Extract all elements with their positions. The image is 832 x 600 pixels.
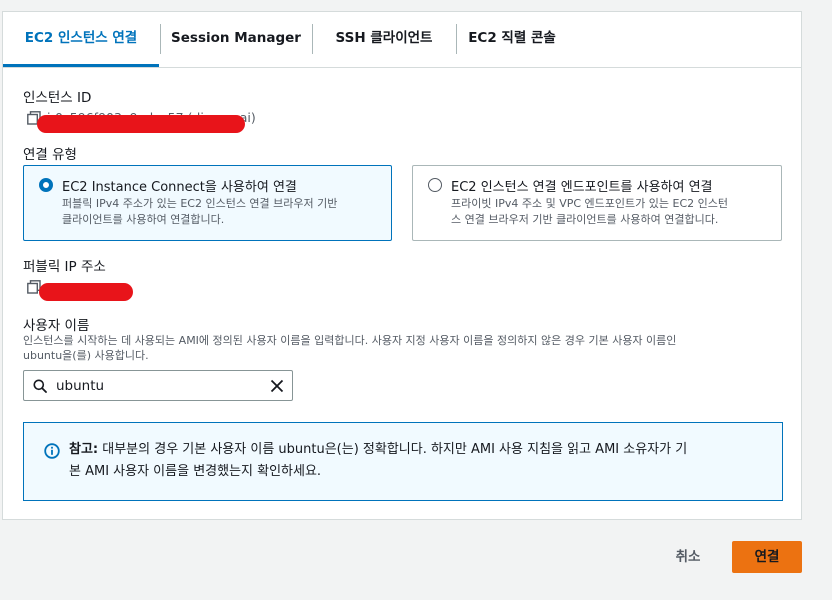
tab-ec2-serial-console[interactable]: EC2 직렬 콘솔 [457, 12, 567, 67]
tab-session-manager[interactable]: Session Manager [161, 12, 311, 67]
description-line: 클라이언트를 사용하여 연결합니다. [62, 213, 225, 226]
radio-option-title: EC2 인스턴스 연결 엔드포인트를 사용하여 연결 [451, 180, 713, 195]
info-text: 참고: 대부분의 경우 기본 사용자 이름 ubuntu은(는) 정확합니다. … [69, 439, 769, 483]
description-line: 프라이빗 IPv4 주소 및 VPC 엔드포인트가 있는 EC2 인스턴 [451, 197, 728, 210]
public-ip-label: 퍼블릭 IP 주소 [23, 259, 106, 275]
radio-option-description: 퍼블릭 IPv4 주소가 있는 EC2 인스턴스 연결 브라우저 기반 클라이언… [62, 196, 337, 228]
username-label: 사용자 이름 [23, 318, 90, 334]
info-line: 본 AMI 사용자 이름을 변경했는지 확인하세요. [69, 464, 322, 479]
radio-option-description: 프라이빗 IPv4 주소 및 VPC 엔드포인트가 있는 EC2 인스턴 스 연… [451, 196, 728, 228]
username-input-wrapper[interactable] [23, 370, 293, 401]
info-alert: 참고: 대부분의 경우 기본 사용자 이름 ubuntu은(는) 정확합니다. … [23, 422, 783, 501]
info-line-text: 대부분의 경우 기본 사용자 이름 ubuntu은(는) 정확합니다. 하지만 … [102, 442, 688, 457]
connection-type-label: 연결 유형 [23, 147, 77, 163]
instance-id-label: 인스턴스 ID [23, 90, 92, 106]
info-prefix: 참고: [69, 442, 99, 457]
radio-option-instance-connect[interactable]: EC2 Instance Connect을 사용하여 연결 퍼블릭 IPv4 주… [23, 165, 392, 241]
tab-ssh-client[interactable]: SSH 클라이언트 [313, 12, 455, 67]
tab-ec2-instance-connect[interactable]: EC2 인스턴스 연결 [3, 12, 159, 67]
description-line: 스 연결 브라우저 기반 클라이언트를 사용하여 연결합니다. [451, 213, 719, 226]
username-input[interactable] [56, 375, 256, 396]
redaction-bar [39, 283, 133, 301]
connect-panel: EC2 인스턴스 연결 Session Manager SSH 클라이언트 EC… [2, 11, 802, 520]
description-line: 인스턴스를 시작하는 데 사용되는 AMI에 정의된 사용자 이름을 입력합니다… [23, 334, 677, 347]
radio-button[interactable] [428, 178, 442, 192]
cancel-button[interactable]: 취소 [660, 541, 716, 573]
description-line: 퍼블릭 IPv4 주소가 있는 EC2 인스턴스 연결 브라우저 기반 [62, 197, 338, 210]
clear-icon[interactable] [270, 379, 284, 393]
redaction-bar [37, 115, 245, 133]
radio-option-title: EC2 Instance Connect을 사용하여 연결 [62, 180, 297, 195]
description-line: ubuntu을(를) 사용합니다. [23, 349, 149, 362]
radio-option-endpoint[interactable]: EC2 인스턴스 연결 엔드포인트를 사용하여 연결 프라이빗 IPv4 주소 … [412, 165, 782, 241]
search-icon [33, 379, 47, 393]
tab-bar: EC2 인스턴스 연결 Session Manager SSH 클라이언트 EC… [3, 12, 801, 68]
connect-button[interactable]: 연결 [732, 541, 802, 573]
radio-button[interactable] [39, 178, 53, 192]
info-icon [44, 443, 60, 459]
username-description: 인스턴스를 시작하는 데 사용되는 AMI에 정의된 사용자 이름을 입력합니다… [23, 333, 793, 363]
info-line: 참고: 대부분의 경우 기본 사용자 이름 ubuntu은(는) 정확합니다. … [69, 439, 769, 461]
